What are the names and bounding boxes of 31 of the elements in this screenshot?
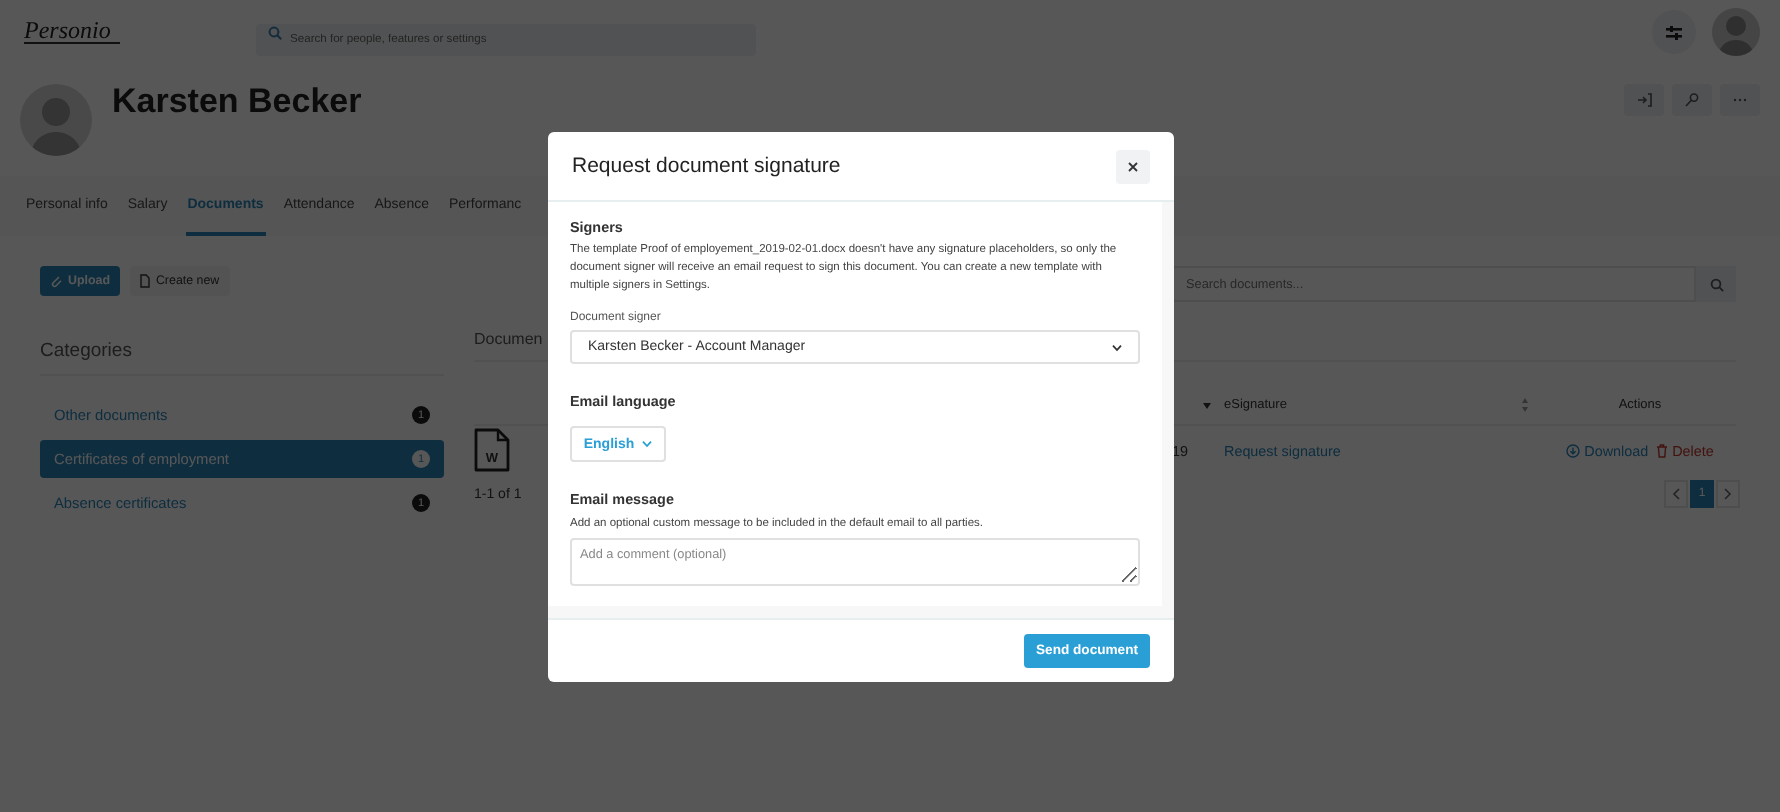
- next-page-button[interactable]: [1716, 480, 1740, 508]
- key-button[interactable]: [1672, 84, 1712, 116]
- sort-caret-icon: [1202, 401, 1212, 409]
- sort-icon: [1522, 398, 1528, 412]
- paperclip-icon: [50, 274, 62, 288]
- user-avatar[interactable]: [1712, 8, 1760, 56]
- chevron-down-icon: [642, 440, 653, 448]
- chevron-right-icon: [1724, 488, 1732, 500]
- chevron-down-icon: [1112, 343, 1122, 351]
- file-icon: [474, 428, 510, 472]
- chevron-left-icon: [1672, 488, 1680, 500]
- search-icon: [1709, 277, 1723, 291]
- employee-name: Karsten Becker: [112, 82, 362, 122]
- search-icon: [268, 25, 282, 39]
- modal-title: Request document signature: [572, 154, 841, 178]
- document-icon: [139, 274, 150, 288]
- sign-in-icon: [1636, 92, 1652, 108]
- trash-icon: [1656, 443, 1669, 457]
- previous-page-button[interactable]: [1664, 480, 1688, 508]
- sign-in-button[interactable]: [1624, 84, 1664, 116]
- categories-heading: Categories: [40, 340, 444, 376]
- close-button[interactable]: [1116, 149, 1150, 183]
- profile-avatar: [20, 84, 92, 156]
- download-icon: [1566, 443, 1581, 457]
- filter-button[interactable]: [1652, 10, 1696, 54]
- close-icon: [1128, 161, 1138, 171]
- sliders-icon: [1666, 25, 1682, 39]
- search-button[interactable]: [1696, 266, 1736, 302]
- key-icon: [1684, 92, 1700, 108]
- logo[interactable]: Personio: [24, 20, 120, 44]
- more-button[interactable]: [1720, 84, 1760, 116]
